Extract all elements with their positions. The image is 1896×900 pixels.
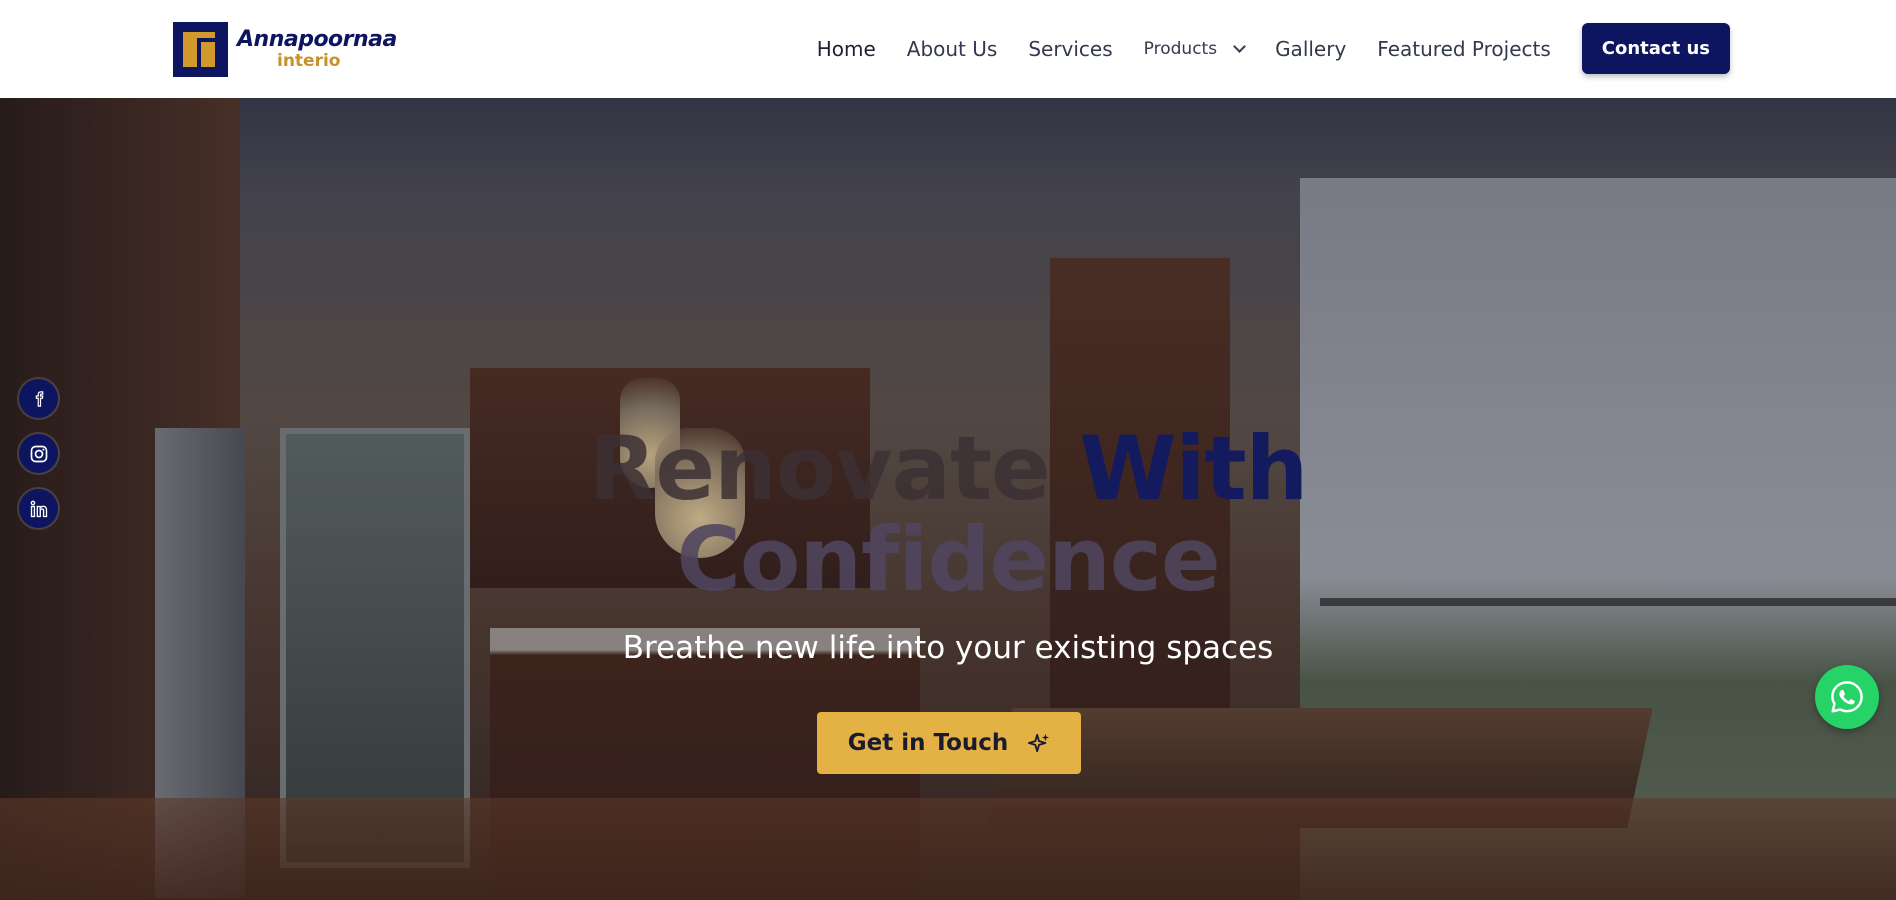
brand-name-line2: interio [277,51,341,71]
nav-item-gallery[interactable]: Gallery [1275,37,1346,61]
nav-item-services[interactable]: Services [1028,37,1112,61]
hero-title-line1: Renovate With [0,422,1896,516]
logo-mark-icon [173,22,228,77]
nav-item-home[interactable]: Home [817,37,876,61]
facebook-link[interactable] [19,379,58,418]
hero-title-word: Renovate [588,417,1051,520]
contact-us-button[interactable]: Contact us [1581,23,1730,74]
nav-item-about-us[interactable]: About Us [907,37,998,61]
nav-item-featured-projects[interactable]: Featured Projects [1377,37,1550,61]
main-nav: Home About Us Services Products Gallery … [786,23,1730,74]
hero-title-line2: Confidence [676,508,1220,611]
site-header: Annapoornaa interio Home About Us Servic… [0,0,1896,98]
sparkle-icon [1028,733,1050,753]
get-in-touch-button[interactable]: Get in Touch [817,712,1081,774]
linkedin-icon [30,500,47,517]
whatsapp-button[interactable] [1815,665,1879,729]
get-in-touch-label: Get in Touch [847,730,1009,756]
whatsapp-icon [1831,681,1863,713]
nav-item-products[interactable]: Products [1143,38,1246,59]
hero-subtitle: Breathe new life into your existing spac… [622,630,1274,666]
brand-name-line1: Annapoornaa [237,27,397,52]
instagram-link[interactable] [19,434,58,473]
chevron-down-icon [1233,39,1246,53]
logo-text: Annapoornaa interio [237,29,397,70]
hero-title-word: With [1079,417,1308,520]
brand-logo[interactable]: Annapoornaa interio [173,22,397,77]
facebook-icon [35,390,43,407]
instagram-icon [30,445,47,462]
linkedin-link[interactable] [19,489,58,528]
nav-item-products-label: Products [1143,38,1218,59]
